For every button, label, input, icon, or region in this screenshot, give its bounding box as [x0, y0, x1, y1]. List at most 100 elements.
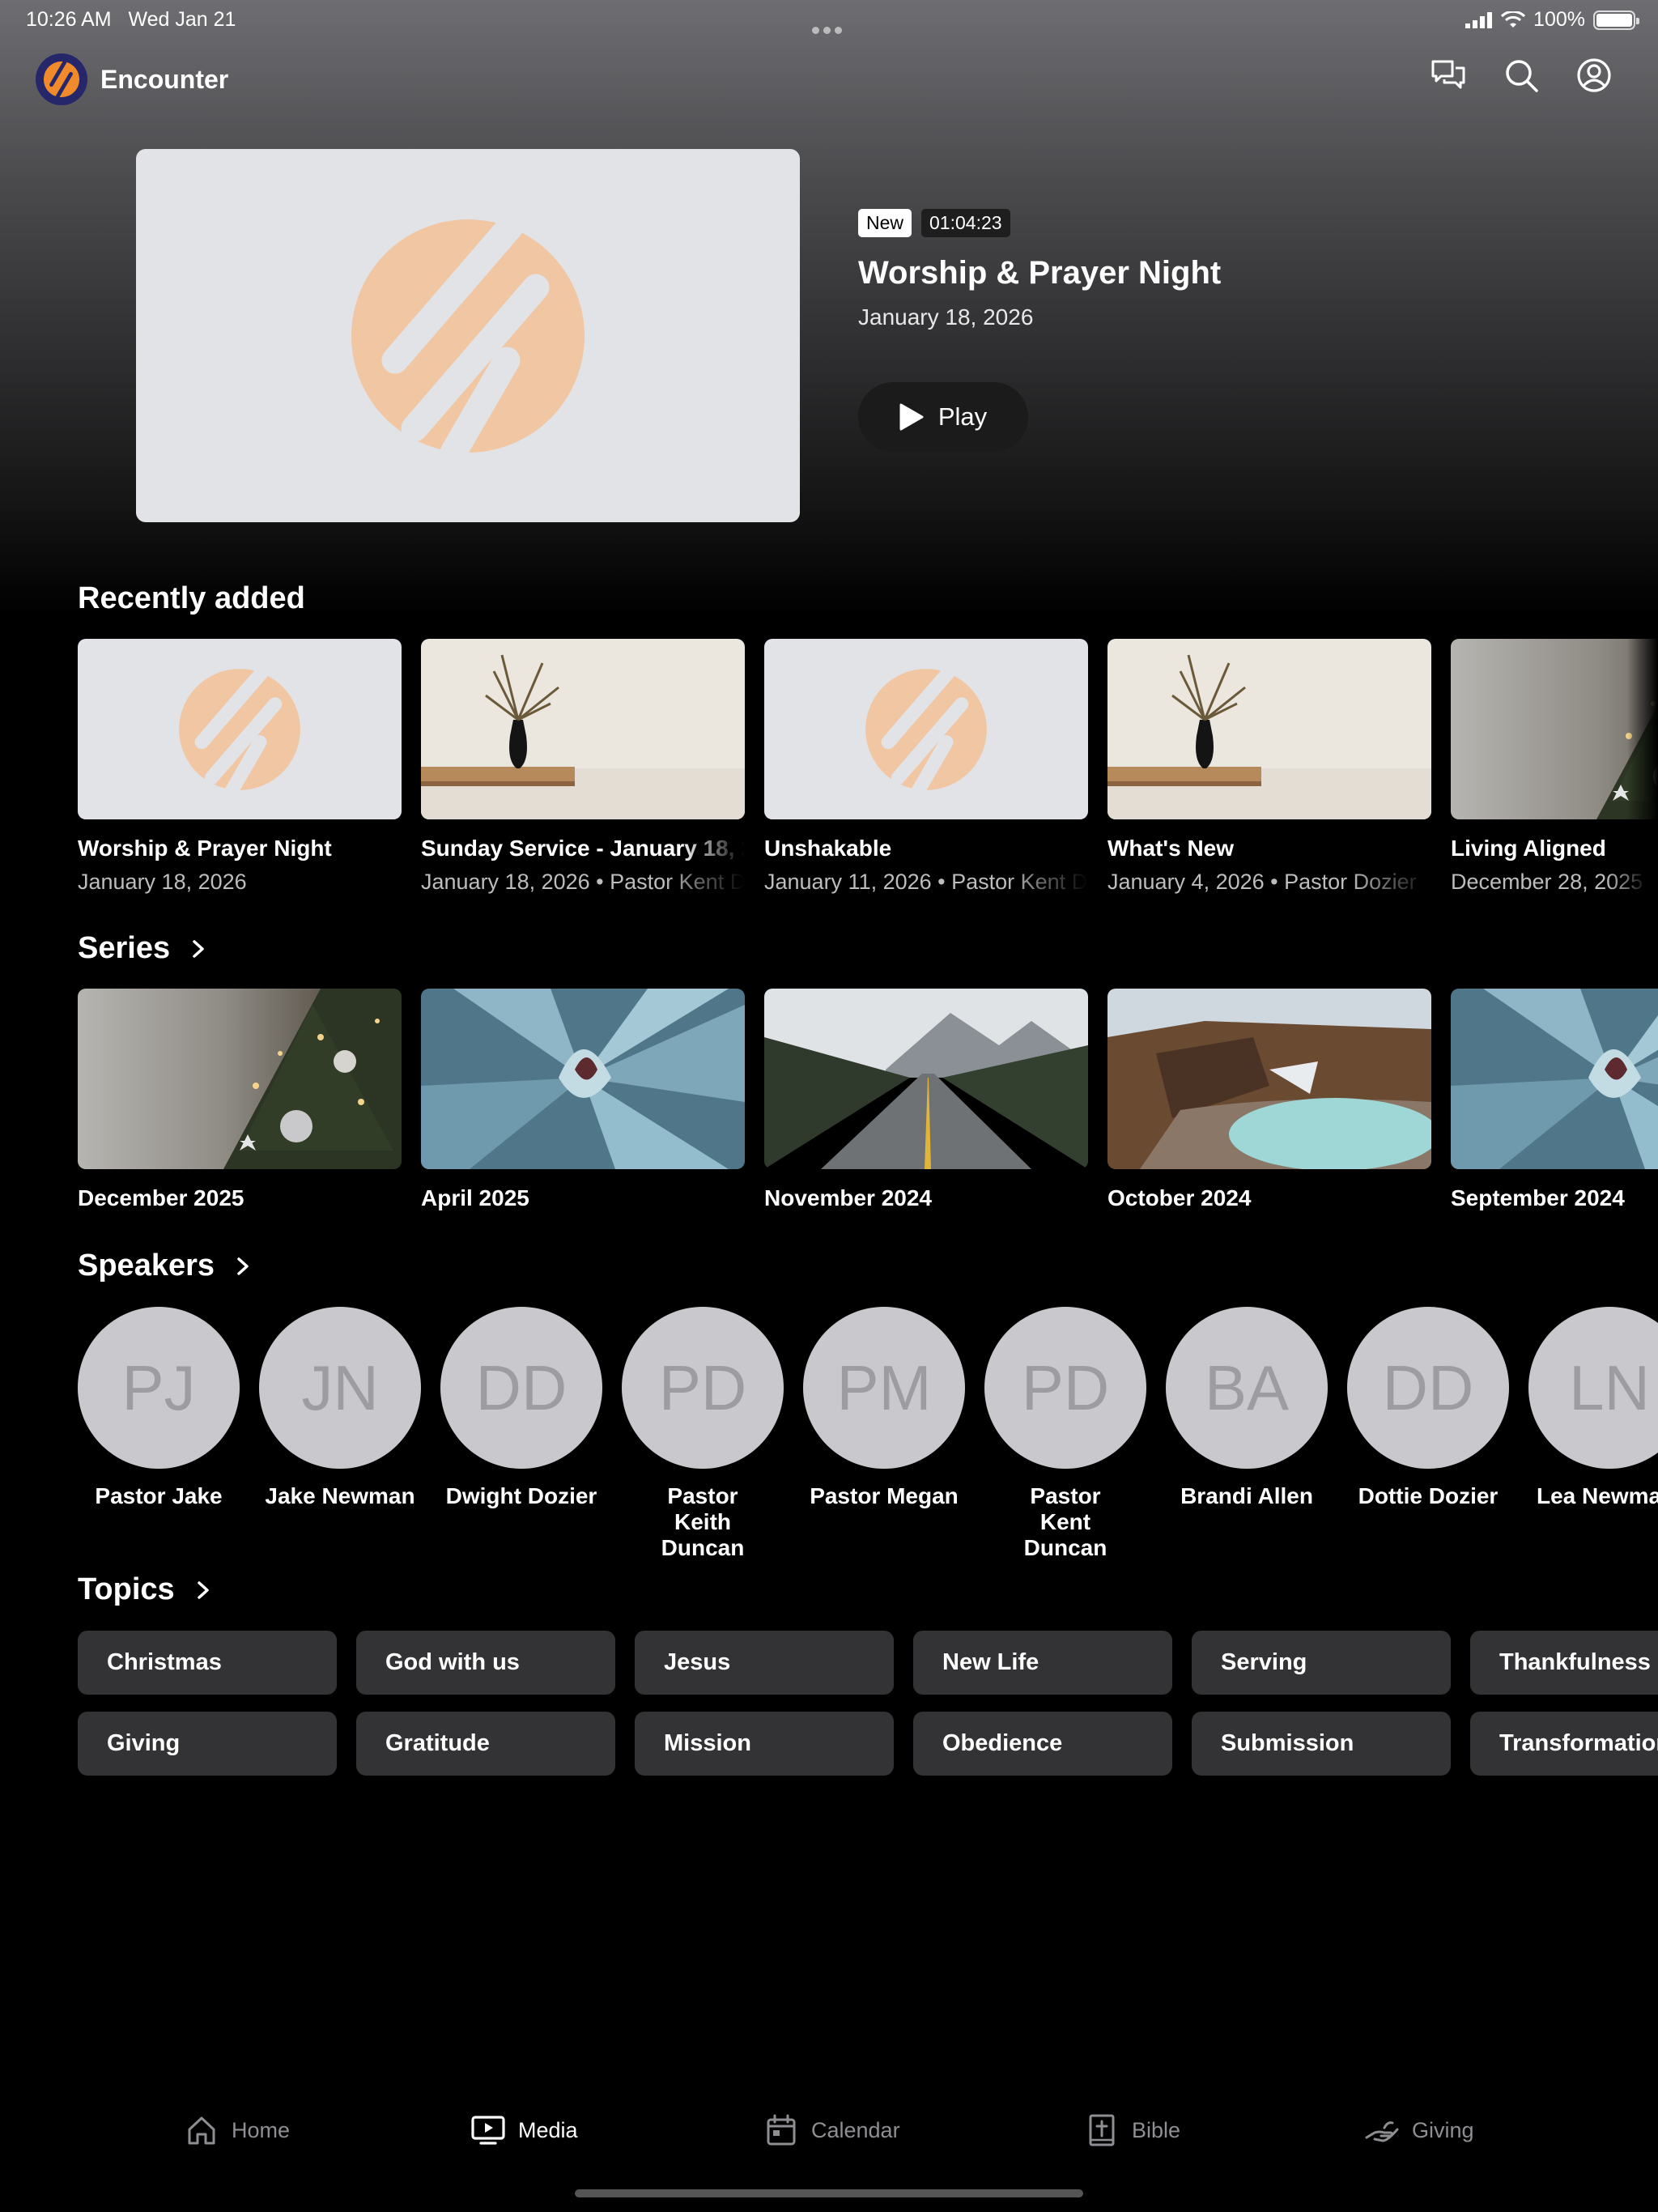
hero-info: New 01:04:23 Worship & Prayer Night Janu…: [858, 209, 1221, 452]
topic-chip[interactable]: Obedience: [913, 1712, 1172, 1776]
speaker-avatar[interactable]: PM: [803, 1307, 965, 1469]
topic-chip[interactable]: Jesus: [635, 1631, 894, 1695]
recent-subtitle: January 18, 2026 • Pastor Kent Duncan: [421, 870, 745, 894]
speaker-avatar[interactable]: PJ: [78, 1307, 240, 1469]
topic-chip[interactable]: New Life: [913, 1631, 1172, 1695]
chevron-right-icon[interactable]: [194, 1580, 212, 1599]
recent-card[interactable]: What's New January 4, 2026 • Pastor Dozie…: [1107, 639, 1431, 895]
battery-percent: 100%: [1533, 8, 1585, 31]
recent-card[interactable]: Worship & Prayer Night January 18, 2026: [78, 639, 402, 895]
recent-title: Sunday Service - January 18, 2026: [421, 836, 745, 861]
speaker-avatar[interactable]: LN: [1528, 1307, 1658, 1469]
speaker-item[interactable]: DD Dottie Dozier: [1347, 1307, 1509, 1509]
series-thumbnail[interactable]: [764, 989, 1088, 1169]
speaker-item[interactable]: PM Pastor Megan: [803, 1307, 965, 1509]
series-title: October 2024: [1107, 1185, 1252, 1210]
recent-thumbnail[interactable]: [1451, 639, 1658, 819]
tab-calendar[interactable]: Calendar: [764, 2113, 900, 2147]
encounter-logo-icon: [351, 214, 585, 457]
recent-card[interactable]: Unshakable January 11, 2026 • Pastor Kent…: [764, 639, 1088, 895]
hero-date: January 18, 2026: [858, 304, 1034, 330]
series-thumbnail[interactable]: [1451, 989, 1658, 1169]
recent-subtitle: January 18, 2026: [78, 870, 247, 894]
speaker-item[interactable]: LN Lea Newman: [1528, 1307, 1658, 1509]
tab-home[interactable]: Home: [185, 2113, 290, 2147]
tab-giving[interactable]: Giving: [1365, 2113, 1474, 2147]
recent-thumbnail[interactable]: [764, 639, 1088, 819]
recent-thumbnail[interactable]: [1107, 639, 1431, 819]
status-bar: 10:26 AM Wed Jan 21 100%: [0, 0, 1658, 39]
home-icon: [188, 2116, 215, 2145]
series-card[interactable]: October 2024: [1107, 989, 1431, 1211]
series-title: September 2024: [1451, 1185, 1625, 1210]
topic-chip[interactable]: Giving: [78, 1712, 337, 1776]
speaker-avatar[interactable]: BA: [1166, 1307, 1328, 1469]
app-header: Encounter: [36, 53, 228, 105]
speaker-item[interactable]: PJ Pastor Jake: [78, 1307, 240, 1509]
series-card[interactable]: September 2024: [1451, 989, 1658, 1211]
speaker-avatar[interactable]: DD: [440, 1307, 602, 1469]
recent-card[interactable]: Sunday Service - January 18, 2026 January…: [421, 639, 745, 895]
hero-badges: New 01:04:23: [858, 209, 1221, 237]
profile-icon[interactable]: [1575, 57, 1613, 94]
topic-chip[interactable]: Gratitude: [356, 1712, 615, 1776]
speaker-item[interactable]: JN Jake Newman: [259, 1307, 421, 1509]
series-card[interactable]: December 2025: [78, 989, 402, 1211]
hero-thumbnail[interactable]: [136, 149, 800, 522]
section-title: Topics: [78, 1572, 175, 1606]
bottom-tab-bar: Home Media Calendar Bible Giving: [0, 2113, 1658, 2170]
topic-chip[interactable]: Transformation: [1470, 1712, 1658, 1776]
series-thumbnail[interactable]: [78, 989, 402, 1169]
search-icon[interactable]: [1503, 57, 1540, 94]
recent-title: Unshakable: [764, 836, 892, 861]
recent-card[interactable]: Living Aligned December 28, 2025: [1451, 639, 1658, 895]
recent-title: Worship & Prayer Night: [78, 836, 332, 861]
battery-icon: [1593, 10, 1639, 30]
speaker-avatar[interactable]: JN: [259, 1307, 421, 1469]
app-logo[interactable]: [36, 53, 87, 105]
clock: 10:26 AM: [26, 8, 112, 31]
speaker-name: Dottie Dozier: [1358, 1483, 1499, 1508]
recent-subtitle: January 11, 2026 • Pastor Kent Duncan: [764, 870, 1088, 894]
topic-chip[interactable]: Submission: [1192, 1712, 1451, 1776]
speaker-item[interactable]: DD Dwight Dozier: [440, 1307, 602, 1509]
play-button[interactable]: Play: [858, 382, 1028, 452]
hero-title: Worship & Prayer Night: [858, 255, 1222, 291]
succulent-photo: [421, 989, 745, 1169]
speaker-avatar[interactable]: DD: [1347, 1307, 1509, 1469]
chat-icon[interactable]: [1430, 57, 1467, 94]
tab-label: Media: [518, 2117, 578, 2142]
series-title: December 2025: [78, 1185, 244, 1210]
recent-thumbnail[interactable]: [421, 639, 745, 819]
media-icon: [471, 2116, 505, 2145]
status-time: 10:26 AM Wed Jan 21: [26, 8, 236, 32]
tab-bible[interactable]: Bible: [1085, 2113, 1180, 2147]
speaker-item[interactable]: PD Pastor Keith Duncan: [622, 1307, 784, 1562]
topic-chip[interactable]: Thankfulness: [1470, 1631, 1658, 1695]
speaker-avatar[interactable]: PD: [984, 1307, 1146, 1469]
series-title: November 2024: [764, 1185, 933, 1210]
tab-media[interactable]: Media: [471, 2113, 578, 2147]
recent-thumbnail[interactable]: [78, 639, 402, 819]
vase-photo: [1107, 639, 1431, 819]
topic-chip[interactable]: God with us: [356, 1631, 615, 1695]
series-thumbnail[interactable]: [421, 989, 745, 1169]
series-card[interactable]: April 2025: [421, 989, 745, 1211]
multitask-dots-icon[interactable]: [812, 16, 846, 34]
series-heading[interactable]: Series: [78, 931, 207, 966]
speaker-avatar[interactable]: PD: [622, 1307, 784, 1469]
topic-chip[interactable]: Mission: [635, 1712, 894, 1776]
topic-chip[interactable]: Christmas: [78, 1631, 337, 1695]
topic-chip[interactable]: Serving: [1192, 1631, 1451, 1695]
chevron-right-icon[interactable]: [234, 1257, 252, 1275]
chevron-right-icon[interactable]: [189, 939, 207, 958]
home-indicator[interactable]: [575, 2189, 1083, 2197]
speakers-heading[interactable]: Speakers: [78, 1249, 252, 1283]
series-card[interactable]: November 2024: [764, 989, 1088, 1211]
series-thumbnail[interactable]: [1107, 989, 1431, 1169]
speaker-item[interactable]: PD Pastor Kent Duncan: [984, 1307, 1146, 1562]
speaker-item[interactable]: BA Brandi Allen: [1166, 1307, 1328, 1509]
christmas-tree-photo: [1451, 639, 1658, 819]
topics-heading[interactable]: Topics: [78, 1572, 212, 1607]
header-actions: [1430, 57, 1613, 94]
